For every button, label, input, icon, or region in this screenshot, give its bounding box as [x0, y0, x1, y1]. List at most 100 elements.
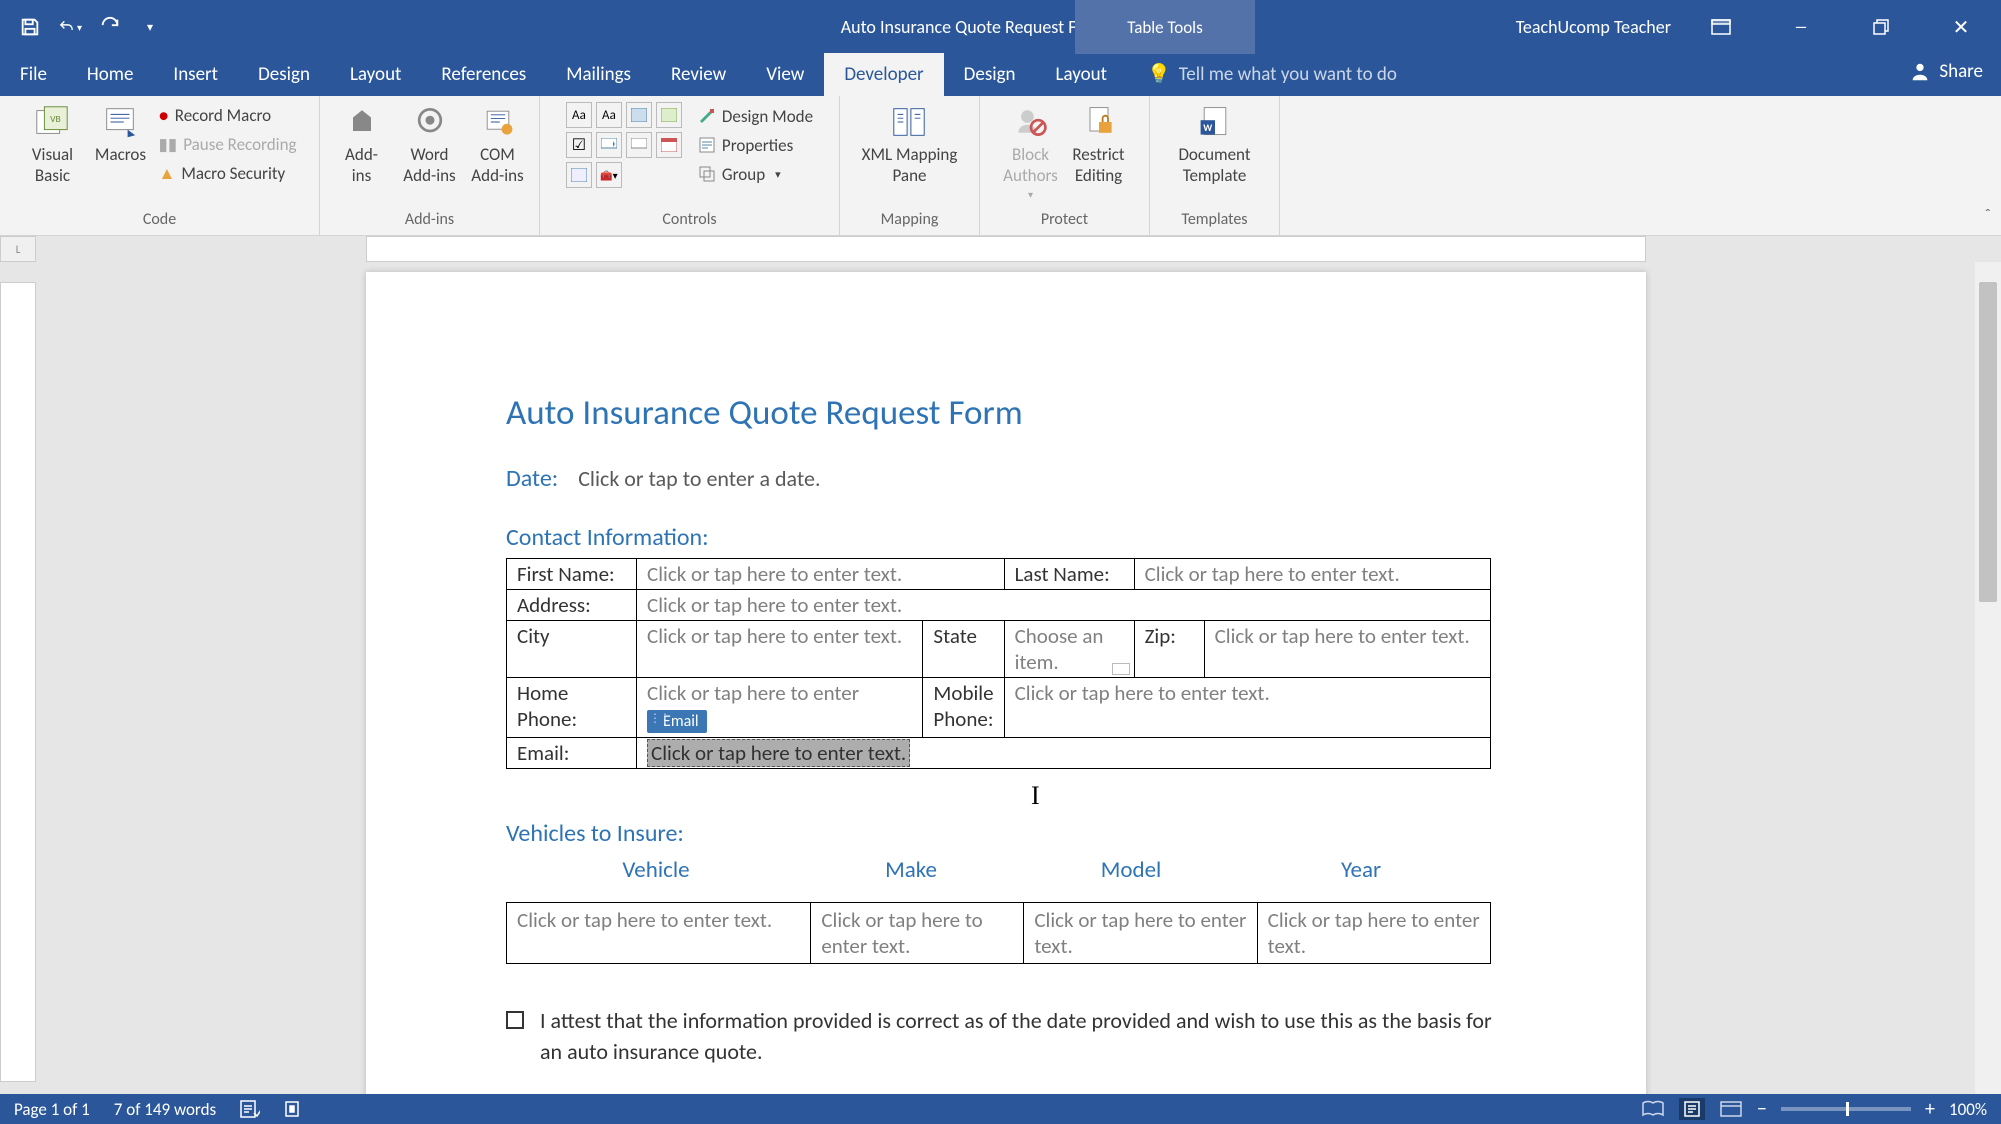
contact-info-heading[interactable]: Contact Information:	[506, 523, 1506, 552]
macro-security-button[interactable]: ▲Macro Security	[158, 160, 296, 187]
address-label[interactable]: Address:	[507, 590, 637, 621]
vertical-scrollbar[interactable]	[1975, 262, 2001, 1094]
zoom-slider[interactable]	[1781, 1107, 1911, 1111]
plain-text-control-icon[interactable]: Aa	[596, 102, 622, 128]
macros-button[interactable]: Macros	[90, 102, 150, 165]
zip-label[interactable]: Zip:	[1134, 621, 1204, 678]
dropdown-arrow-icon[interactable]	[1112, 663, 1130, 675]
rich-text-control-icon[interactable]: Aa	[566, 102, 592, 128]
visual-basic-button[interactable]: VB Visual Basic	[22, 102, 82, 186]
minimize-icon[interactable]: ─	[1771, 0, 1831, 54]
word-count[interactable]: 7 of 149 words	[114, 1099, 216, 1120]
collapse-ribbon-icon[interactable]: ˆ	[1985, 206, 1991, 225]
print-layout-icon[interactable]	[1679, 1098, 1705, 1120]
properties-button[interactable]: Properties	[698, 132, 813, 159]
vehicles-table[interactable]: Click or tap here to enter text. Click o…	[506, 902, 1491, 964]
tab-table-layout[interactable]: Layout	[1036, 53, 1127, 96]
tab-home[interactable]: Home	[67, 53, 154, 96]
zoom-in-button[interactable]: +	[1925, 1097, 1935, 1121]
zip-control[interactable]: Click or tap here to enter text.	[1204, 621, 1490, 678]
com-addins-button[interactable]: COM Add-ins	[468, 102, 528, 186]
tab-file[interactable]: File	[0, 53, 67, 96]
checkbox-control-icon[interactable]: ☑	[566, 132, 592, 158]
xml-mapping-button[interactable]: XML Mapping Pane	[862, 102, 958, 186]
addins-button[interactable]: Add- ins	[332, 102, 392, 186]
dropdown-control-icon[interactable]	[626, 132, 652, 158]
email-label[interactable]: Email:	[507, 738, 637, 769]
spell-check-icon[interactable]	[240, 1100, 260, 1118]
vehicles-heading[interactable]: Vehicles to Insure:	[506, 819, 1506, 848]
last-name-label[interactable]: Last Name:	[1004, 559, 1134, 590]
undo-icon[interactable]: ▾	[58, 15, 82, 39]
picture-control-icon[interactable]	[626, 102, 652, 128]
ribbon-display-options-icon[interactable]	[1691, 0, 1751, 54]
home-phone-label[interactable]: Home Phone:	[507, 678, 637, 738]
date-content-control[interactable]: Click or tap to enter a date.	[578, 465, 820, 492]
zoom-level[interactable]: 100%	[1949, 1099, 1987, 1120]
date-picker-control-icon[interactable]	[656, 132, 682, 158]
make-cell[interactable]: Click or tap here to enter text.	[811, 903, 1024, 964]
col-vehicle[interactable]: Vehicle	[506, 856, 806, 884]
attest-checkbox[interactable]	[506, 1011, 524, 1029]
date-label[interactable]: Date:	[506, 464, 558, 493]
qat-customize-icon[interactable]: ▾	[138, 15, 162, 39]
attestation-row[interactable]: I attest that the information provided i…	[506, 1006, 1506, 1068]
close-icon[interactable]: ✕	[1931, 0, 1991, 54]
ruler-corner[interactable]: L	[0, 236, 36, 262]
user-name[interactable]: TeachUcomp Teacher	[1516, 16, 1671, 38]
block-authors-button[interactable]: Block Authors▾	[1001, 102, 1061, 201]
scrollbar-thumb[interactable]	[1979, 282, 1997, 602]
tab-layout[interactable]: Layout	[330, 53, 421, 96]
tab-insert[interactable]: Insert	[153, 53, 238, 96]
horizontal-ruler[interactable]	[36, 236, 1975, 262]
document-page[interactable]: Auto Insurance Quote Request Form Date: …	[366, 272, 1646, 1094]
tab-table-design[interactable]: Design	[944, 53, 1036, 96]
tab-design[interactable]: Design	[238, 53, 330, 96]
mobile-phone-control[interactable]: Click or tap here to enter text.	[1004, 678, 1490, 738]
document-title[interactable]: Auto Insurance Quote Request Form	[506, 392, 1506, 434]
group-controls-button[interactable]: Group▾	[698, 161, 813, 188]
email-control-selected[interactable]: Click or tap here to enter text.	[647, 739, 910, 767]
first-name-control[interactable]: Click or tap here to enter text.	[637, 559, 1005, 590]
col-make[interactable]: Make	[806, 856, 1016, 884]
first-name-label[interactable]: First Name:	[507, 559, 637, 590]
address-control[interactable]: Click or tap here to enter text.	[637, 590, 1491, 621]
mobile-phone-label[interactable]: Mobile Phone:	[923, 678, 1004, 738]
tell-me-search[interactable]: 💡 Tell me what you want to do	[1147, 62, 1397, 96]
state-label[interactable]: State	[923, 621, 1004, 678]
combo-box-control-icon[interactable]	[596, 132, 622, 158]
tab-mailings[interactable]: Mailings	[546, 53, 651, 96]
city-control[interactable]: Click or tap here to enter text.	[637, 621, 923, 678]
legacy-tools-icon[interactable]: 🧰▾	[596, 162, 622, 188]
vehicle-cell[interactable]: Click or tap here to enter text.	[507, 903, 811, 964]
col-model[interactable]: Model	[1016, 856, 1246, 884]
building-block-control-icon[interactable]	[656, 102, 682, 128]
model-cell[interactable]: Click or tap here to enter text.	[1024, 903, 1257, 964]
email-cell[interactable]: Click or tap here to enter text.	[637, 738, 1491, 769]
page-indicator[interactable]: Page 1 of 1	[14, 1099, 90, 1120]
document-template-button[interactable]: WDocument Template	[1178, 102, 1250, 186]
repeating-section-control-icon[interactable]	[566, 162, 592, 188]
attest-text[interactable]: I attest that the information provided i…	[540, 1006, 1506, 1068]
share-button[interactable]: Share	[1909, 60, 1983, 83]
email-content-control-tag[interactable]: Email	[647, 710, 707, 733]
zoom-out-button[interactable]: −	[1757, 1097, 1767, 1121]
word-addins-button[interactable]: Word Add-ins	[400, 102, 460, 186]
macro-recording-status-icon[interactable]	[284, 1100, 304, 1118]
save-icon[interactable]	[18, 15, 42, 39]
tab-view[interactable]: View	[746, 53, 824, 96]
year-cell[interactable]: Click or tap here to enter text.	[1257, 903, 1490, 964]
contact-info-table[interactable]: First Name: Click or tap here to enter t…	[506, 558, 1491, 769]
city-label[interactable]: City	[507, 621, 637, 678]
redo-icon[interactable]	[98, 15, 122, 39]
vertical-ruler[interactable]	[0, 262, 36, 1094]
last-name-control[interactable]: Click or tap here to enter text.	[1134, 559, 1490, 590]
restrict-editing-button[interactable]: Restrict Editing	[1069, 102, 1129, 186]
document-area[interactable]: Auto Insurance Quote Request Form Date: …	[36, 262, 1975, 1094]
maximize-icon[interactable]	[1851, 0, 1911, 54]
col-year[interactable]: Year	[1246, 856, 1476, 884]
home-phone-cell[interactable]: Click or tap here to enter Email	[637, 678, 923, 738]
tab-developer[interactable]: Developer	[824, 53, 943, 96]
tab-review[interactable]: Review	[651, 53, 746, 96]
state-control[interactable]: Choose an item.	[1004, 621, 1134, 678]
